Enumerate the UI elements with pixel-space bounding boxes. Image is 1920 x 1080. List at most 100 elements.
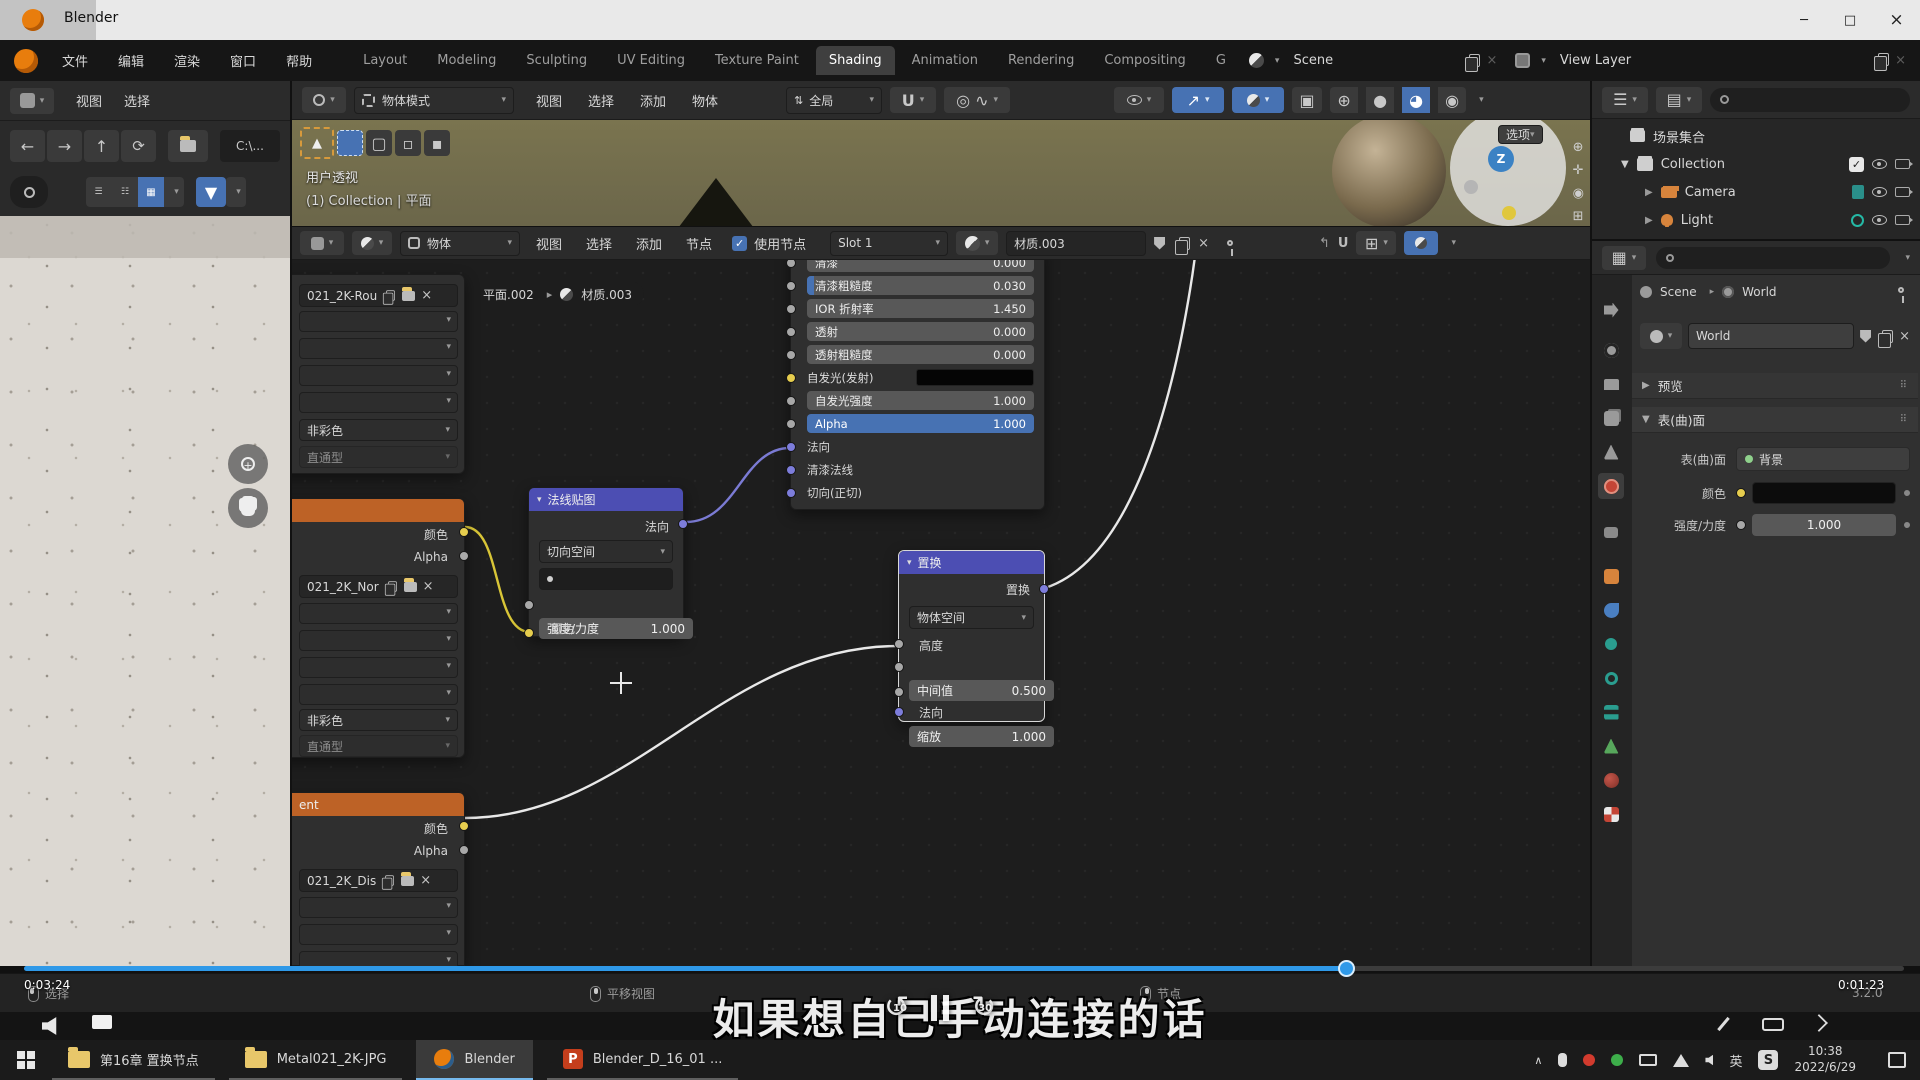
shader-menu-item[interactable]: 选择 [586,234,612,253]
editor-type-button[interactable]: ▾ [10,88,54,114]
visibility-eye-button[interactable]: ▾ [1114,87,1164,113]
breadcrumb-world[interactable]: World [1742,285,1776,299]
proportional-editing-icon[interactable]: ◎ ∿▾ [944,87,1010,113]
pan-hand-overlay-button[interactable] [228,488,268,528]
surface-shader-button[interactable]: 背景 [1736,447,1910,471]
input-midlevel-socket[interactable] [894,662,904,672]
remove-viewlayer-icon[interactable]: × [1895,53,1906,68]
tray-keyboard-icon[interactable] [1639,1054,1657,1066]
up-button[interactable]: ↑ [84,130,119,162]
interpolation-dropdown[interactable] [299,603,458,624]
topbar-menu-item[interactable]: 窗口 [230,51,256,70]
source-dropdown[interactable] [299,392,458,413]
search-field[interactable] [1710,88,1910,112]
disable-render-camera-icon[interactable] [1895,187,1910,197]
tab-collection[interactable] [1598,519,1624,545]
open-image-icon[interactable] [401,876,414,886]
principled-property-row[interactable]: 自发光(发射) 自发光(发射) [807,368,1034,387]
animate-dot-icon[interactable] [1904,522,1910,528]
pause-button[interactable] [931,995,949,1021]
shading-rendered-icon[interactable]: ◉ [1438,87,1466,113]
image-name-field[interactable]: 021_2K_Nor× [299,575,458,598]
close-button[interactable]: × [1873,0,1920,40]
disable-render-camera-icon[interactable] [1895,159,1910,169]
scale-slider[interactable]: 缩放1.000 [909,726,1054,747]
unlink-scene-icon[interactable]: × [1486,53,1497,68]
chevron-down-icon[interactable]: ▾ [1541,56,1546,66]
principled-bsdf-node[interactable]: 清漆0.000 清漆 清漆粗糙度0.030 清漆粗糙度 IOR 折射率1.450… [790,260,1045,510]
file-menu-view[interactable]: 视图 [76,91,102,110]
tab-material[interactable] [1598,767,1624,793]
new-viewlayer-icon[interactable] [1878,51,1889,70]
section-preview[interactable]: ▶预览⠿ [1632,373,1918,399]
workspace-tab[interactable]: Animation [899,46,991,75]
normal-input-socket[interactable] [786,442,796,452]
source-dropdown[interactable] [299,684,458,705]
tool-select-circle[interactable]: ▢ [366,130,392,156]
tab-tool[interactable] [1598,297,1624,323]
pin-icon[interactable] [1227,240,1233,246]
strength-input-socket[interactable] [524,600,534,610]
shading-material-icon[interactable]: ◕ [1402,87,1430,113]
colorspace-dropdown[interactable]: 非彩色▾ [299,419,458,441]
world-browse-button[interactable]: ▾ [1640,323,1682,349]
open-image-icon[interactable] [402,291,415,301]
overlays-button[interactable]: ▾ [1232,87,1284,113]
shader-context-icon[interactable]: ▾ [352,231,392,255]
strength-slider[interactable]: 1.000 [1752,514,1896,536]
start-button[interactable] [0,1040,52,1080]
tab-modifiers[interactable] [1598,597,1624,623]
color-swatch[interactable] [1752,482,1896,504]
unlink-icon[interactable]: × [423,579,434,594]
copy-icon[interactable] [385,875,394,885]
snap-magnet-icon[interactable]: U [1338,236,1349,251]
video-timeline[interactable] [0,963,1920,973]
tray-mic-icon[interactable] [1558,1053,1567,1067]
tab-data[interactable] [1598,733,1624,759]
image-texture-node-header[interactable] [292,499,464,522]
viewport-menu-item[interactable]: 视图 [536,91,562,110]
viewport-zoom-icon[interactable]: ⊕ [1573,140,1584,155]
image-texture-node-normal[interactable]: 颜色 Alpha 021_2K_Nor× 非彩色▾ 直通型▾ [292,498,465,758]
interpolation-dropdown[interactable] [299,897,458,918]
space-dropdown[interactable]: 切向空间▾ [539,540,673,563]
taskbar-item-folder1[interactable]: 第16章 置换节点 [52,1040,215,1080]
tab-constraints[interactable] [1598,699,1624,725]
hide-viewport-eye-icon[interactable] [1872,187,1887,197]
filter-icon[interactable]: ▼ [196,177,226,207]
tab-physics[interactable] [1598,665,1624,691]
material-browse-button[interactable]: ▾ [956,231,998,255]
input-socket[interactable] [786,350,796,360]
collection-checkbox[interactable]: ✓ [1849,157,1864,172]
extension-dropdown[interactable] [299,365,458,386]
notification-center-icon[interactable] [1888,1052,1906,1068]
space-dropdown[interactable]: 物体空间▾ [909,606,1034,629]
snap-target-button[interactable]: ⊞▾ [1356,231,1396,255]
file-menu-select[interactable]: 选择 [124,91,150,110]
chevron-down-icon[interactable]: ▾ [1275,56,1280,66]
taskbar-item-blender[interactable]: Blender [416,1040,532,1080]
viewport-move-icon[interactable]: ✛ [1573,163,1584,178]
forward-30-button[interactable]: ↻30 [971,990,996,1025]
forward-button[interactable]: → [47,130,82,162]
gizmo-z-axis-ball[interactable]: Z [1488,146,1514,172]
workspace-tab[interactable]: Rendering [995,46,1087,75]
interpolation-dropdown[interactable] [299,311,458,332]
parent-up-icon[interactable]: ↰ [1319,236,1330,251]
section-surface[interactable]: ▼表(曲)面⠿ [1632,407,1918,433]
normal-map-node-header[interactable]: ▾法线贴图 [529,488,683,511]
shader-menu-item[interactable]: 添加 [636,234,662,253]
input-socket[interactable] [786,327,796,337]
editor-type-button[interactable]: ☰▾ [1602,87,1648,113]
input-socket[interactable] [786,419,796,429]
workspace-tab[interactable]: Sculpting [513,46,600,75]
light-data-icon[interactable] [1851,214,1864,227]
topbar-menu-item[interactable]: 编辑 [118,51,144,70]
displacement-node-header[interactable]: ▾置换 [899,551,1044,574]
projection-dropdown[interactable] [299,924,458,945]
material-name-field[interactable]: 材质.003 [1006,231,1146,256]
slot-dropdown[interactable]: Slot 1▾ [830,231,948,256]
topbar-menu-item[interactable]: 帮助 [286,51,312,70]
unlink-world-icon[interactable]: × [1899,329,1910,344]
viewlayer-icon[interactable] [1515,53,1530,68]
